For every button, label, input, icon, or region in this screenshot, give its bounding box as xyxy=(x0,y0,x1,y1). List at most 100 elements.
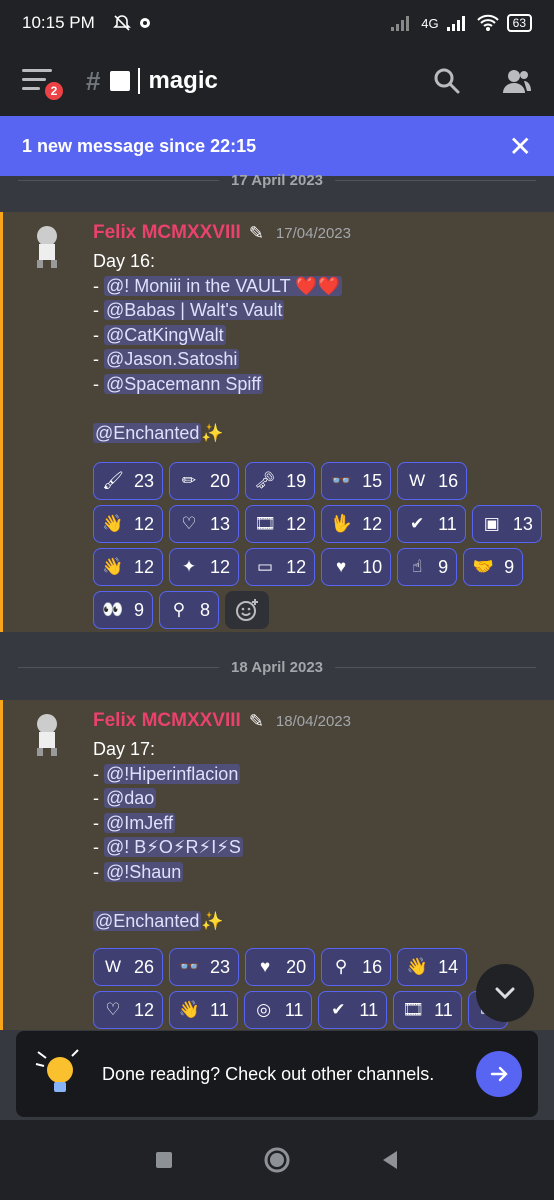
user-mention[interactable]: @! B⚡O⚡R⚡I⚡S xyxy=(104,837,243,858)
reaction-button[interactable]: ♡ 13 xyxy=(169,505,240,543)
user-mention[interactable]: @CatKingWalt xyxy=(104,324,226,345)
reaction-button[interactable]: ✦ 12 xyxy=(169,548,240,586)
reaction-button[interactable]: ♡ 12 xyxy=(93,991,164,1029)
reaction-button[interactable]: 👋 11 xyxy=(169,991,238,1029)
reaction-count: 19 xyxy=(286,470,307,491)
message-line: - @!Hiperinflacion xyxy=(93,762,243,787)
key-icon: 🗝 xyxy=(254,471,276,490)
user-mention[interactable]: @Spacemann Spiff xyxy=(104,373,264,394)
reaction-count: 9 xyxy=(134,599,145,620)
message[interactable]: Felix MCMXXVIII ✎ 17/04/2023 Day 16: - @!… xyxy=(0,212,554,632)
reaction-button[interactable]: ⚲ 16 xyxy=(321,948,392,986)
message-line xyxy=(93,885,243,910)
date-divider: 18 April 2023 xyxy=(18,657,536,677)
reaction-count: 16 xyxy=(438,470,459,491)
sparkle-icon: ✨ xyxy=(201,911,224,932)
home-icon[interactable] xyxy=(263,1146,291,1174)
wave-hand-icon: 👋 xyxy=(102,514,124,533)
avatar[interactable] xyxy=(23,710,71,758)
reaction-button[interactable]: ✔ 11 xyxy=(318,991,388,1029)
done-reading-bar[interactable]: Done reading? Check out other channels. xyxy=(16,1031,538,1117)
message[interactable]: Felix MCMXXVIII ✎ 18/04/2023 Day 17: - @!… xyxy=(0,700,554,1030)
reaction-button[interactable]: 🗝 19 xyxy=(245,462,316,500)
search-icon[interactable] xyxy=(432,66,462,96)
user-mention[interactable]: @Jason.Satoshi xyxy=(104,349,240,370)
channel-name[interactable]: magic xyxy=(148,67,217,95)
message-line: @Enchanted ✨ xyxy=(93,909,243,934)
reaction-button[interactable]: ♥ 10 xyxy=(321,548,392,586)
reaction-button[interactable]: ◎ 11 xyxy=(243,991,313,1029)
user-mention[interactable]: @Enchanted xyxy=(93,423,202,444)
line-text: Day 17: xyxy=(93,739,156,759)
reaction-count: 11 xyxy=(359,999,379,1020)
reaction-count: 10 xyxy=(362,556,383,577)
reaction-count: 9 xyxy=(504,556,515,577)
message-line: @Enchanted ✨ xyxy=(93,421,342,446)
new-messages-banner[interactable]: 1 new message since 22:15 ✕ xyxy=(0,116,554,176)
reaction-button[interactable]: 👀 9 xyxy=(93,591,154,629)
user-mention[interactable]: @Babas | Walt's Vault xyxy=(104,300,285,321)
reaction-count: 11 xyxy=(284,999,304,1020)
reaction-button[interactable]: W 26 xyxy=(93,948,164,986)
author-name[interactable]: Felix MCMXXVIII xyxy=(93,222,241,244)
reaction-button[interactable]: 🖖 12 xyxy=(321,505,392,543)
reaction-count: 12 xyxy=(286,556,307,577)
add-reaction-button[interactable] xyxy=(225,591,270,629)
waving-hand-icon: 👋 xyxy=(178,1000,200,1019)
avatar[interactable] xyxy=(23,222,71,270)
reaction-button[interactable]: 🖌 23 xyxy=(93,462,164,500)
reaction-button[interactable]: 🎞 11 xyxy=(393,991,462,1029)
wave-hand-icon: 👋 xyxy=(406,957,428,976)
reaction-button[interactable]: ♥ 20 xyxy=(245,948,316,986)
eyes-icon: 👀 xyxy=(102,600,124,619)
back-icon[interactable] xyxy=(381,1150,399,1170)
members-icon[interactable] xyxy=(502,66,532,96)
close-icon[interactable]: ✕ xyxy=(509,130,532,163)
network-type: 4G xyxy=(421,15,439,31)
heart-arrow-icon: ♥ xyxy=(260,957,271,976)
reaction-button[interactable]: W 16 xyxy=(397,462,468,500)
reaction-button[interactable]: ▣ 13 xyxy=(471,505,542,543)
reaction-button[interactable]: ⚲ 8 xyxy=(159,591,220,629)
user-mention[interactable]: @!Shaun xyxy=(104,861,184,882)
line-text: - xyxy=(93,300,104,321)
line-text: - xyxy=(93,763,104,784)
recents-icon[interactable] xyxy=(155,1151,173,1169)
heart-icon: ♡ xyxy=(105,1000,121,1019)
brush-icon: 🖌 xyxy=(102,471,124,490)
signal-icon-2 xyxy=(446,16,465,31)
reaction-button[interactable]: 🎞 12 xyxy=(245,505,316,543)
handshake-icon: 🤝 xyxy=(472,557,494,576)
user-mention[interactable]: @! Moniii in the VAULT ❤️❤️ xyxy=(104,275,343,296)
user-mention[interactable]: @!Hiperinflacion xyxy=(104,763,241,784)
next-channel-button[interactable] xyxy=(476,1051,522,1097)
reaction-count: 15 xyxy=(362,470,383,491)
notification-badge: 2 xyxy=(42,79,66,103)
user-mention[interactable]: @dao xyxy=(104,788,157,809)
line-text: - xyxy=(93,373,104,394)
reaction-button[interactable]: 👋 14 xyxy=(397,948,468,986)
battery-icon: 63 xyxy=(506,14,532,32)
author-name[interactable]: Felix MCMXXVIII xyxy=(93,710,241,732)
system-nav-bar xyxy=(0,1120,554,1200)
reaction-button[interactable]: 🤝 9 xyxy=(463,548,524,586)
reaction-button[interactable]: 👋 12 xyxy=(93,548,164,586)
user-mention[interactable]: @ImJeff xyxy=(104,812,175,833)
reaction-button[interactable]: ✏ 20 xyxy=(169,462,240,500)
arrow-right-icon xyxy=(490,1066,508,1082)
reaction-button[interactable]: ▭ 12 xyxy=(245,548,316,586)
reaction-button[interactable]: 👋 12 xyxy=(93,505,164,543)
reaction-button[interactable]: ✔ 11 xyxy=(397,505,466,543)
message-line: - @! B⚡O⚡R⚡I⚡S xyxy=(93,835,243,860)
user-mention[interactable]: @Enchanted xyxy=(93,911,202,932)
scroll-to-bottom-button[interactable] xyxy=(476,964,534,1022)
wv-logo-icon: W xyxy=(104,957,122,976)
eyes-mask-icon: 👓 xyxy=(178,957,200,976)
message-line: Day 17: xyxy=(93,737,243,762)
menu-icon[interactable]: 2 xyxy=(22,69,66,103)
heart-icon: ♡ xyxy=(181,514,197,533)
reaction-button[interactable]: 👓 23 xyxy=(169,948,240,986)
reaction-button[interactable]: ☝ 9 xyxy=(397,548,458,586)
line-text: - xyxy=(93,812,104,833)
reaction-button[interactable]: 👓 15 xyxy=(321,462,392,500)
